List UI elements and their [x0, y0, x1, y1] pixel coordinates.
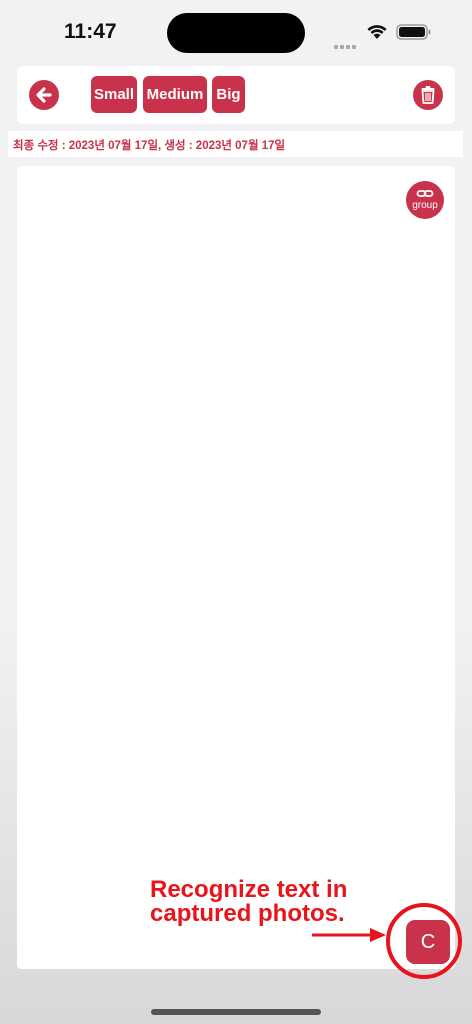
- top-toolbar: Small Medium Big: [17, 66, 455, 124]
- annotation-arrow-icon: [312, 928, 386, 942]
- date-info-text: 최종 수정 : 2023년 07월 17일, 생성 : 2023년 07월 17…: [13, 140, 286, 152]
- annotation-line-2: captured photos.: [150, 900, 345, 927]
- size-small-button[interactable]: Small: [91, 76, 137, 113]
- back-arrow-icon: [36, 87, 52, 103]
- link-icon: [416, 190, 434, 197]
- clock-time: 11:47: [64, 20, 117, 43]
- modified-created-info: 최종 수정 : 2023년 07월 17일, 생성 : 2023년 07월 17…: [8, 131, 463, 157]
- note-canvas[interactable]: group: [17, 166, 455, 969]
- status-bar: 11:47: [0, 0, 472, 60]
- size-big-button[interactable]: Big: [212, 76, 245, 113]
- group-label: group: [412, 200, 438, 211]
- capture-text-button[interactable]: C: [406, 920, 450, 964]
- annotation-line-1: Recognize text in: [150, 876, 348, 903]
- dynamic-island: [167, 13, 305, 53]
- wifi-icon: [367, 25, 387, 39]
- annotation-callout: Recognize text in captured photos.: [150, 878, 347, 926]
- trash-icon: [421, 86, 435, 104]
- home-indicator[interactable]: [151, 1009, 321, 1015]
- back-button[interactable]: [29, 80, 59, 110]
- size-medium-button[interactable]: Medium: [143, 76, 207, 113]
- battery-icon: [396, 24, 431, 40]
- cellular-signal-icon: [334, 36, 360, 49]
- delete-button[interactable]: [413, 80, 443, 110]
- group-button[interactable]: group: [406, 181, 444, 219]
